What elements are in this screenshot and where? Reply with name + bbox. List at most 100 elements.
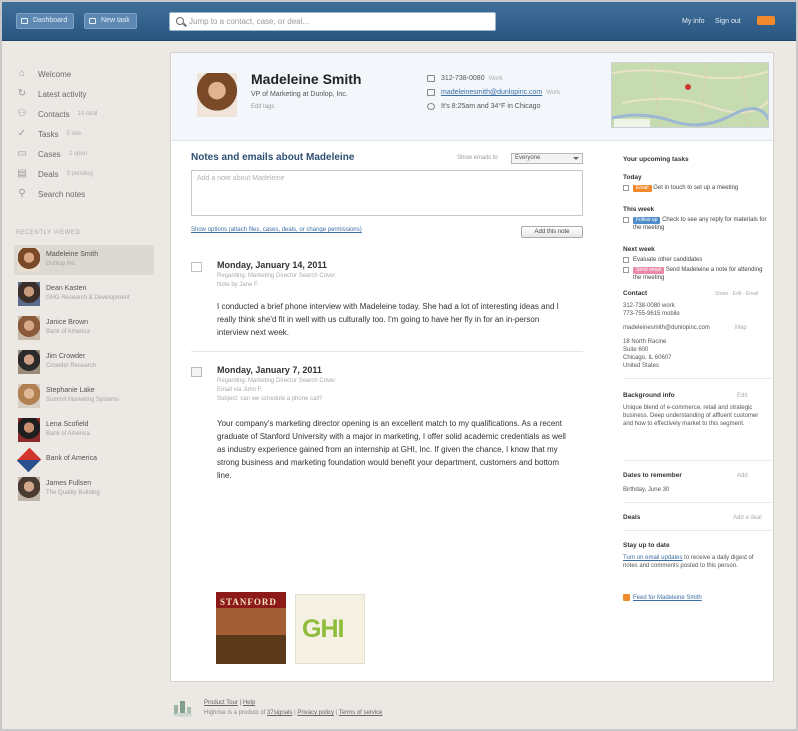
cases-icon: ▭ bbox=[17, 148, 27, 159]
phone-icon bbox=[427, 75, 435, 82]
sidebar-item-welcome[interactable]: ⌂ Welcome bbox=[16, 66, 71, 82]
email-icon bbox=[427, 89, 435, 96]
search-icon bbox=[176, 17, 184, 25]
footer: Product Tour | Help Highrise is a produc… bbox=[170, 692, 774, 728]
search-input[interactable]: Jump to a contact, case, or deal... bbox=[169, 12, 496, 31]
avatar bbox=[18, 316, 40, 340]
add-deal-link[interactable]: Add a deal bbox=[733, 514, 769, 522]
note-textarea[interactable]: Add a note about Madeleine bbox=[191, 170, 583, 216]
task-item[interactable]: Send email Send Madeleine a note for att… bbox=[623, 266, 771, 284]
recent-item[interactable]: Bank of America bbox=[14, 445, 154, 475]
new-task-button[interactable]: New task bbox=[84, 13, 137, 29]
ghi-attachment-image[interactable]: GHI bbox=[295, 594, 365, 664]
background-text: Unique blend of e-commerce, retail and s… bbox=[623, 405, 759, 427]
task-checkbox[interactable] bbox=[623, 257, 629, 263]
recent-item[interactable]: Jim Crowder Crowder Research bbox=[14, 347, 154, 377]
search-icon: ⚲ bbox=[18, 188, 26, 199]
avatar bbox=[18, 282, 40, 306]
add-note-button[interactable]: Add this note bbox=[521, 226, 583, 238]
recent-item[interactable]: Stephanie Lake Summit Marketing Systems bbox=[14, 381, 154, 411]
show-options-link[interactable]: Show options (attach files, cases, deals… bbox=[191, 227, 362, 233]
recent-item[interactable]: James Fullsen The Quality Building bbox=[14, 474, 154, 504]
phone-row: 312-738-0080 Work bbox=[427, 75, 502, 82]
divider bbox=[191, 351, 583, 352]
contact-email-link[interactable]: madeleinesmith@dunlopinc.com bbox=[623, 324, 733, 332]
sidebar-item-tasks[interactable]: ✓ Tasks 5 late bbox=[16, 126, 81, 142]
email-entry: Monday, January 7, 2011 Regarding: Marke… bbox=[191, 365, 583, 495]
task-checkbox[interactable] bbox=[623, 185, 629, 191]
entry-date: Monday, January 7, 2011 bbox=[217, 365, 322, 375]
profile-header: Madeleine Smith VP of Marketing at Dunlo… bbox=[171, 53, 773, 141]
highrise-logo-icon bbox=[173, 701, 193, 717]
clock-icon bbox=[427, 103, 435, 110]
divider bbox=[623, 460, 771, 461]
location-map[interactable] bbox=[611, 62, 769, 128]
note-entry: Monday, January 14, 2011 Regarding: Mark… bbox=[191, 260, 583, 350]
top-bar: Dashboard New task Jump to a contact, ca… bbox=[2, 2, 796, 41]
email-updates-link[interactable]: Turn on email updates bbox=[623, 555, 682, 561]
contact-actions[interactable]: Share · Edit · Email bbox=[715, 291, 758, 297]
check-icon: ✓ bbox=[17, 128, 27, 139]
privacy-link[interactable]: Privacy policy bbox=[297, 710, 334, 716]
email-link[interactable]: madeleinesmith@dunlopinc.com bbox=[441, 89, 542, 96]
email-icon bbox=[191, 367, 202, 377]
bank-logo-icon bbox=[16, 447, 42, 473]
avatar bbox=[18, 477, 40, 501]
profile-photo bbox=[197, 73, 237, 117]
divider bbox=[623, 502, 771, 503]
dashboard-button[interactable]: Dashboard bbox=[16, 13, 75, 29]
contacts-icon: ⚇ bbox=[17, 108, 27, 119]
dashboard-icon bbox=[21, 18, 28, 24]
home-icon: ⌂ bbox=[18, 68, 26, 79]
sidebar-item-activity[interactable]: ↻ Latest activity bbox=[16, 86, 87, 102]
main-panel: Madeleine Smith VP of Marketing at Dunlo… bbox=[170, 52, 774, 682]
recent-item[interactable]: Lena Scofield Bank of America bbox=[14, 415, 154, 445]
edit-background-link[interactable]: Edit bbox=[737, 392, 767, 400]
sidebar-item-deals[interactable]: ▤ Deals 3 pending bbox=[16, 166, 93, 182]
task-item[interactable]: Evaluate other candidates bbox=[623, 256, 771, 265]
37signals-link[interactable]: 37signals bbox=[267, 710, 292, 716]
task-checkbox[interactable] bbox=[623, 217, 629, 223]
stay-updated-text: Turn on email updates to receive a daily… bbox=[623, 555, 754, 569]
divider bbox=[623, 378, 771, 379]
add-date-link[interactable]: Add bbox=[737, 472, 767, 480]
page-title: Madeleine Smith bbox=[251, 71, 362, 87]
task-icon bbox=[89, 18, 96, 24]
product-tour-link[interactable]: Product Tour bbox=[204, 700, 238, 706]
sidebar-item-cases[interactable]: ▭ Cases 2 open bbox=[16, 146, 87, 162]
terms-link[interactable]: Terms of service bbox=[339, 710, 383, 716]
note-icon bbox=[191, 262, 202, 272]
recent-heading: RECENTLY VIEWED bbox=[16, 230, 81, 236]
sign-out-link[interactable]: Sign out bbox=[715, 18, 741, 25]
my-info-link[interactable]: My info bbox=[682, 18, 705, 25]
deals-icon: ▤ bbox=[17, 168, 27, 179]
map-image bbox=[612, 63, 768, 127]
avatar bbox=[18, 248, 40, 272]
help-link[interactable]: Help bbox=[243, 700, 255, 706]
avatar bbox=[18, 418, 40, 442]
notes-heading: Notes and emails about Madeleine bbox=[191, 152, 355, 163]
divider bbox=[623, 530, 771, 531]
avatar bbox=[18, 350, 40, 374]
profile-title: VP of Marketing at Dunlop, Inc. bbox=[251, 91, 348, 98]
activity-icon: ↻ bbox=[17, 88, 27, 99]
upgrade-badge[interactable] bbox=[757, 16, 775, 25]
recent-item[interactable]: Madeleine Smith Dunlop Inc. bbox=[14, 245, 154, 275]
recent-item[interactable]: Janice Brown Bank of America bbox=[14, 313, 154, 343]
app-window: Dashboard New task Jump to a contact, ca… bbox=[0, 0, 798, 731]
edit-tags-link[interactable]: Edit tags bbox=[251, 104, 274, 110]
task-item[interactable]: Email Get in touch to set up a meeting bbox=[623, 184, 771, 202]
task-item[interactable]: Follow up Check to see any reply for mat… bbox=[623, 216, 771, 242]
entry-date: Monday, January 14, 2011 bbox=[217, 260, 327, 270]
sidebar-item-search-notes[interactable]: ⚲ Search notes bbox=[16, 186, 85, 202]
sidebar-item-contacts[interactable]: ⚇ Contacts 14 total bbox=[16, 106, 98, 122]
time-row: It's 8:25am and 34°F in Chicago bbox=[427, 103, 540, 110]
feed-row[interactable]: Feed for Madeleine Smith bbox=[623, 594, 765, 602]
stanford-attachment-image[interactable]: STANFORD bbox=[216, 592, 286, 664]
entry-body: I conducted a brief phone interview with… bbox=[217, 302, 559, 337]
rss-icon bbox=[623, 594, 630, 601]
visibility-select[interactable]: Everyone bbox=[511, 153, 583, 164]
sidebar: ⌂ Welcome ↻ Latest activity ⚇ Contacts 1… bbox=[2, 42, 168, 692]
task-checkbox[interactable] bbox=[623, 267, 629, 273]
recent-item[interactable]: Dean Kasten GHG Research & Development bbox=[14, 279, 154, 309]
